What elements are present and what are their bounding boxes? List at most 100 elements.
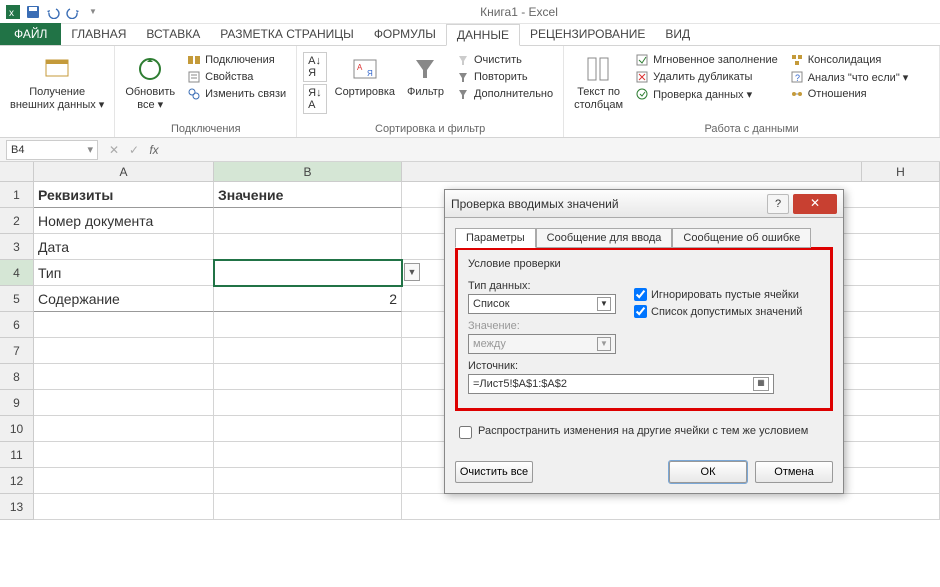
- source-input[interactable]: =Лист5!$A$1:$A$2▦: [468, 374, 774, 394]
- sort-asc-button[interactable]: А↓Я: [303, 52, 326, 82]
- row-header[interactable]: 7: [0, 338, 34, 364]
- flash-fill-button[interactable]: Мгновенное заполнение: [631, 52, 782, 68]
- filter-button[interactable]: Фильтр: [403, 52, 448, 101]
- relationships-button[interactable]: Отношения: [786, 86, 913, 102]
- cell[interactable]: [34, 338, 214, 364]
- row-header[interactable]: 1: [0, 182, 34, 208]
- row-header[interactable]: 6: [0, 312, 34, 338]
- sort-desc-button[interactable]: Я↓А: [303, 84, 326, 114]
- ok-button[interactable]: ОК: [669, 461, 747, 483]
- reapply-button[interactable]: Повторить: [452, 69, 557, 85]
- consolidate-button[interactable]: Консолидация: [786, 52, 913, 68]
- range-picker-icon[interactable]: ▦: [753, 377, 769, 391]
- cell[interactable]: [214, 312, 402, 338]
- cell[interactable]: [34, 442, 214, 468]
- dialog-tab-error-msg[interactable]: Сообщение об ошибке: [672, 228, 811, 248]
- tab-formulas[interactable]: ФОРМУЛЫ: [364, 23, 446, 45]
- propagate-checkbox[interactable]: [459, 426, 472, 439]
- undo-icon[interactable]: [44, 3, 62, 21]
- redo-icon[interactable]: [64, 3, 82, 21]
- tab-pagelayout[interactable]: РАЗМЕТКА СТРАНИЦЫ: [210, 23, 364, 45]
- cell[interactable]: [402, 494, 940, 520]
- cell[interactable]: [214, 468, 402, 494]
- cell[interactable]: [34, 468, 214, 494]
- text-to-columns-button[interactable]: Текст по столбцам: [570, 52, 627, 113]
- type-combo[interactable]: Список▼: [468, 294, 616, 314]
- connections-button[interactable]: Подключения: [183, 52, 290, 68]
- svg-text:А: А: [357, 63, 363, 72]
- remove-duplicates-button[interactable]: Удалить дубликаты: [631, 69, 782, 85]
- clear-filter-button[interactable]: Очистить: [452, 52, 557, 68]
- cell[interactable]: [34, 364, 214, 390]
- row-header[interactable]: 8: [0, 364, 34, 390]
- cell-a4[interactable]: Тип: [34, 260, 214, 286]
- row-header[interactable]: 9: [0, 390, 34, 416]
- cell-a1[interactable]: Реквизиты: [34, 182, 214, 208]
- data-validation-dialog: Проверка вводимых значений ? ✕ Параметры…: [444, 189, 844, 494]
- name-box[interactable]: B4▾: [6, 140, 98, 160]
- clear-all-button[interactable]: Очистить все: [455, 461, 533, 483]
- qat-dropdown-icon[interactable]: ▼: [84, 3, 102, 21]
- row-header[interactable]: 11: [0, 442, 34, 468]
- dialog-close-button[interactable]: ✕: [793, 194, 837, 214]
- cell-b2[interactable]: [214, 208, 402, 234]
- dialog-tab-input-msg[interactable]: Сообщение для ввода: [536, 228, 673, 248]
- cell-a5[interactable]: Содержание: [34, 286, 214, 312]
- row-header[interactable]: 13: [0, 494, 34, 520]
- tab-home[interactable]: ГЛАВНАЯ: [61, 23, 136, 45]
- col-header-b[interactable]: B: [214, 162, 402, 182]
- col-header-h[interactable]: H: [862, 162, 940, 182]
- cell-b1[interactable]: Значение: [214, 182, 402, 208]
- row-header[interactable]: 12: [0, 468, 34, 494]
- tab-view[interactable]: ВИД: [655, 23, 700, 45]
- whatif-button[interactable]: ?Анализ "что если" ▾: [786, 69, 913, 85]
- row-header[interactable]: 2: [0, 208, 34, 234]
- cell[interactable]: [34, 494, 214, 520]
- ignore-blank-checkbox[interactable]: Игнорировать пустые ячейки: [634, 288, 820, 301]
- cell-b3[interactable]: [214, 234, 402, 260]
- validation-criteria-panel: Условие проверки Тип данных: Список▼ Зна…: [455, 247, 833, 411]
- tab-file[interactable]: ФАЙЛ: [0, 23, 61, 45]
- get-external-data-button[interactable]: Получение внешних данных ▾: [6, 52, 108, 113]
- tab-review[interactable]: РЕЦЕНЗИРОВАНИЕ: [520, 23, 655, 45]
- refresh-all-button[interactable]: Обновить все ▾: [121, 52, 179, 113]
- dialog-help-button[interactable]: ?: [767, 194, 789, 214]
- advanced-filter-button[interactable]: Дополнительно: [452, 86, 557, 102]
- tab-insert[interactable]: ВСТАВКА: [136, 23, 210, 45]
- cell[interactable]: [214, 442, 402, 468]
- cell[interactable]: [34, 416, 214, 442]
- select-all-corner[interactable]: [0, 162, 34, 182]
- data-validation-button[interactable]: Проверка данных ▾: [631, 86, 782, 102]
- properties-button[interactable]: Свойства: [183, 69, 290, 85]
- edit-links-button[interactable]: Изменить связи: [183, 86, 290, 102]
- sort-button[interactable]: АЯ Сортировка: [331, 52, 399, 101]
- dialog-title: Проверка вводимых значений: [451, 197, 767, 211]
- cell-b4[interactable]: [214, 260, 402, 286]
- cancel-formula-icon: ✕: [104, 143, 124, 157]
- row-header[interactable]: 4: [0, 260, 34, 286]
- row-header[interactable]: 3: [0, 234, 34, 260]
- quick-access-toolbar: x ▼: [4, 3, 102, 21]
- cell[interactable]: [214, 416, 402, 442]
- group-sort-filter: А↓Я Я↓А АЯ Сортировка Фильтр Очистить По…: [297, 46, 564, 137]
- cell-a3[interactable]: Дата: [34, 234, 214, 260]
- save-icon[interactable]: [24, 3, 42, 21]
- col-header-a[interactable]: A: [34, 162, 214, 182]
- cell[interactable]: [214, 494, 402, 520]
- cell-b5[interactable]: 2: [214, 286, 402, 312]
- row-header[interactable]: 10: [0, 416, 34, 442]
- incell-dropdown-checkbox[interactable]: Список допустимых значений: [634, 305, 820, 318]
- cell[interactable]: [214, 390, 402, 416]
- tab-data[interactable]: ДАННЫЕ: [446, 24, 520, 46]
- validation-dropdown-handle[interactable]: ▼: [404, 263, 420, 281]
- cell-a2[interactable]: Номер документа: [34, 208, 214, 234]
- row-header[interactable]: 5: [0, 286, 34, 312]
- cell[interactable]: [34, 390, 214, 416]
- dialog-titlebar[interactable]: Проверка вводимых значений ? ✕: [445, 190, 843, 218]
- cell[interactable]: [34, 312, 214, 338]
- cell[interactable]: [214, 364, 402, 390]
- dialog-tab-settings[interactable]: Параметры: [455, 228, 536, 248]
- cell[interactable]: [214, 338, 402, 364]
- fx-icon[interactable]: fx: [144, 143, 164, 157]
- cancel-button[interactable]: Отмена: [755, 461, 833, 483]
